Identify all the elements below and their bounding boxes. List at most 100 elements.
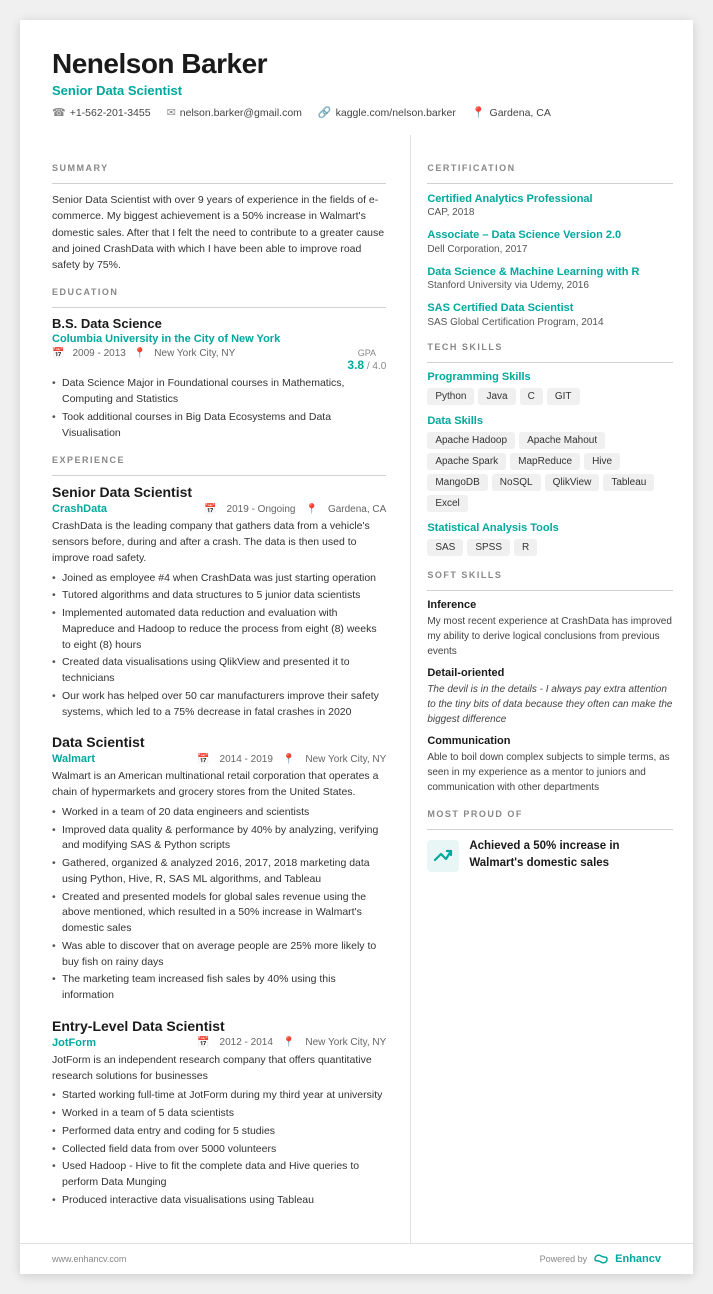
job-meta: JotForm 📅 2012 - 2014 📍 New York City, N… (52, 1037, 386, 1049)
powered-by-text: Powered by (540, 1254, 588, 1264)
job-bullet: Produced interactive data visualisations… (52, 1193, 386, 1209)
skill-subsection: Data Skills Apache HadoopApache Mahout Apa… (427, 415, 673, 512)
location-contact: 📍 Gardena, CA (472, 106, 551, 119)
summary-title: SUMMARY (52, 163, 386, 173)
skill-tags: SASSPSSR (427, 539, 673, 556)
job-description: JotForm is an independent research compa… (52, 1053, 386, 1085)
footer-url: www.enhancv.com (52, 1254, 126, 1264)
email-value: nelson.barker@gmail.com (180, 107, 302, 119)
certification-items: Certified Analytics Professional CAP, 20… (427, 192, 673, 328)
experience-job: Entry-Level Data Scientist JotForm 📅 201… (52, 1018, 386, 1209)
edu-school: Columbia University in the City of New Y… (52, 333, 386, 345)
skill-tag: Tableau (603, 474, 654, 491)
edu-degree: B.S. Data Science (52, 316, 386, 331)
job-role: Data Scientist (52, 734, 386, 750)
skill-tag: NoSQL (492, 474, 541, 491)
cert-title: Certified Analytics Professional (427, 192, 673, 207)
skill-tag: MangoDB (427, 474, 487, 491)
edu-dates: 📅 2009 - 2013 📍 New York City, NY (52, 348, 235, 359)
job-company: Walmart (52, 753, 95, 765)
cert-item: Associate – Data Science Version 2.0 Del… (427, 228, 673, 254)
job-location: New York City, NY (305, 754, 386, 765)
footer-brand: Powered by Enhancv (540, 1252, 661, 1266)
edu-dates-value: 2009 - 2013 (72, 348, 125, 359)
skill-subsection: Programming SkillsPythonJavaCGIT (427, 371, 673, 405)
edu-location: New York City, NY (154, 348, 235, 359)
cert-item: Certified Analytics Professional CAP, 20… (427, 192, 673, 218)
cert-item: Data Science & Machine Learning with R S… (427, 265, 673, 291)
phone-icon: ☎ (52, 106, 66, 119)
calendar-icon: 📅 (204, 504, 216, 515)
job-meta: Walmart 📅 2014 - 2019 📍 New York City, N… (52, 753, 386, 765)
most-proud-title: MOST PROUD OF (427, 809, 673, 819)
job-bullet: Worked in a team of 20 data engineers an… (52, 805, 386, 821)
soft-skill-text: Able to boil down complex subjects to si… (427, 750, 673, 795)
job-bullet: Our work has helped over 50 car manufact… (52, 689, 386, 721)
experience-job: Data Scientist Walmart 📅 2014 - 2019 📍 N… (52, 734, 386, 1004)
calendar-icon: 📅 (197, 754, 209, 765)
job-dates: 2014 - 2019 (220, 754, 273, 765)
job-bullet: Used Hadoop - Hive to fit the complete d… (52, 1159, 386, 1191)
kaggle-value: kaggle.com/nelson.barker (336, 107, 456, 119)
location-icon: 📍 (283, 1037, 295, 1048)
soft-skill-title: Communication (427, 735, 673, 747)
soft-skill-text: My most recent experience at CrashData h… (427, 614, 673, 659)
skill-tag: Excel (427, 495, 467, 512)
skill-tag: Python (427, 388, 474, 405)
soft-skill-item: Communication Able to boil down complex s… (427, 735, 673, 795)
experience-title: EXPERIENCE (52, 455, 386, 465)
experience-divider (52, 475, 386, 476)
skill-tag: MapReduce (510, 453, 580, 470)
job-location: Gardena, CA (328, 504, 386, 515)
job-bullet: The marketing team increased fish sales … (52, 972, 386, 1004)
skill-tag: Hive (584, 453, 620, 470)
summary-text: Senior Data Scientist with over 9 years … (52, 192, 386, 273)
soft-skills-section: SOFT SKILLS InferenceMy most recent expe… (427, 570, 673, 795)
skill-tag: Apache Mahout (519, 432, 605, 449)
cert-subtitle: CAP, 2018 (427, 207, 673, 218)
experience-section: EXPERIENCE Senior Data Scientist CrashDa… (52, 455, 386, 1208)
phone-value: +1-562-201-3455 (70, 107, 151, 119)
cert-title: Associate – Data Science Version 2.0 (427, 228, 673, 243)
education-section: EDUCATION B.S. Data Science Columbia Uni… (52, 287, 386, 441)
location-icon: 📍 (472, 106, 486, 119)
skill-tag: Apache Spark (427, 453, 506, 470)
job-bullets: Joined as employee #4 when CrashData was… (52, 571, 386, 721)
cert-title: SAS Certified Data Scientist (427, 301, 673, 316)
job-bullet: Gathered, organized & analyzed 2016, 201… (52, 856, 386, 888)
email-icon: ✉ (167, 106, 176, 119)
kaggle-contact: 🔗 kaggle.com/nelson.barker (318, 106, 456, 119)
job-location: New York City, NY (305, 1037, 386, 1048)
resume-body: SUMMARY Senior Data Scientist with over … (20, 135, 693, 1243)
tech-skills-title: TECH SKILLS (427, 342, 673, 352)
experience-jobs: Senior Data Scientist CrashData 📅 2019 -… (52, 484, 386, 1208)
job-dates-loc: 📅 2019 - Ongoing 📍 Gardena, CA (204, 504, 386, 515)
skill-tag: Apache Hadoop (427, 432, 515, 449)
job-bullet: Collected field data from over 5000 volu… (52, 1142, 386, 1158)
skill-label: Data Skills (427, 415, 673, 427)
location-icon: 📍 (283, 754, 295, 765)
certification-section: CERTIFICATION Certified Analytics Profes… (427, 163, 673, 328)
soft-skills-divider (427, 590, 673, 591)
proud-block: Achieved a 50% increase in Walmart's dom… (427, 838, 673, 873)
education-title: EDUCATION (52, 287, 386, 297)
email-contact: ✉ nelson.barker@gmail.com (167, 106, 302, 119)
job-dates-loc: 📅 2014 - 2019 📍 New York City, NY (197, 754, 386, 765)
phone-contact: ☎ +1-562-201-3455 (52, 106, 151, 119)
job-company: JotForm (52, 1037, 96, 1049)
job-bullet: Worked in a team of 5 data scientists (52, 1106, 386, 1122)
skill-tag: C (520, 388, 543, 405)
summary-section: SUMMARY Senior Data Scientist with over … (52, 163, 386, 273)
skill-subsection: Statistical Analysis ToolsSASSPSSR (427, 522, 673, 556)
enhancv-logo-icon (592, 1252, 610, 1266)
job-role: Entry-Level Data Scientist (52, 1018, 386, 1034)
tech-skills-content: Programming SkillsPythonJavaCGITData Ski… (427, 371, 673, 556)
skill-label: Programming Skills (427, 371, 673, 383)
soft-skill-item: Detail-oriented The devil is in the detai… (427, 667, 673, 727)
job-dates-loc: 📅 2012 - 2014 📍 New York City, NY (197, 1037, 386, 1048)
soft-skill-text: The devil is in the details - I always p… (427, 682, 673, 727)
job-bullet: Performed data entry and coding for 5 st… (52, 1124, 386, 1140)
job-bullet: Tutored algorithms and data structures t… (52, 588, 386, 604)
footer: www.enhancv.com Powered by Enhancv (20, 1243, 693, 1274)
soft-skill-title: Detail-oriented (427, 667, 673, 679)
